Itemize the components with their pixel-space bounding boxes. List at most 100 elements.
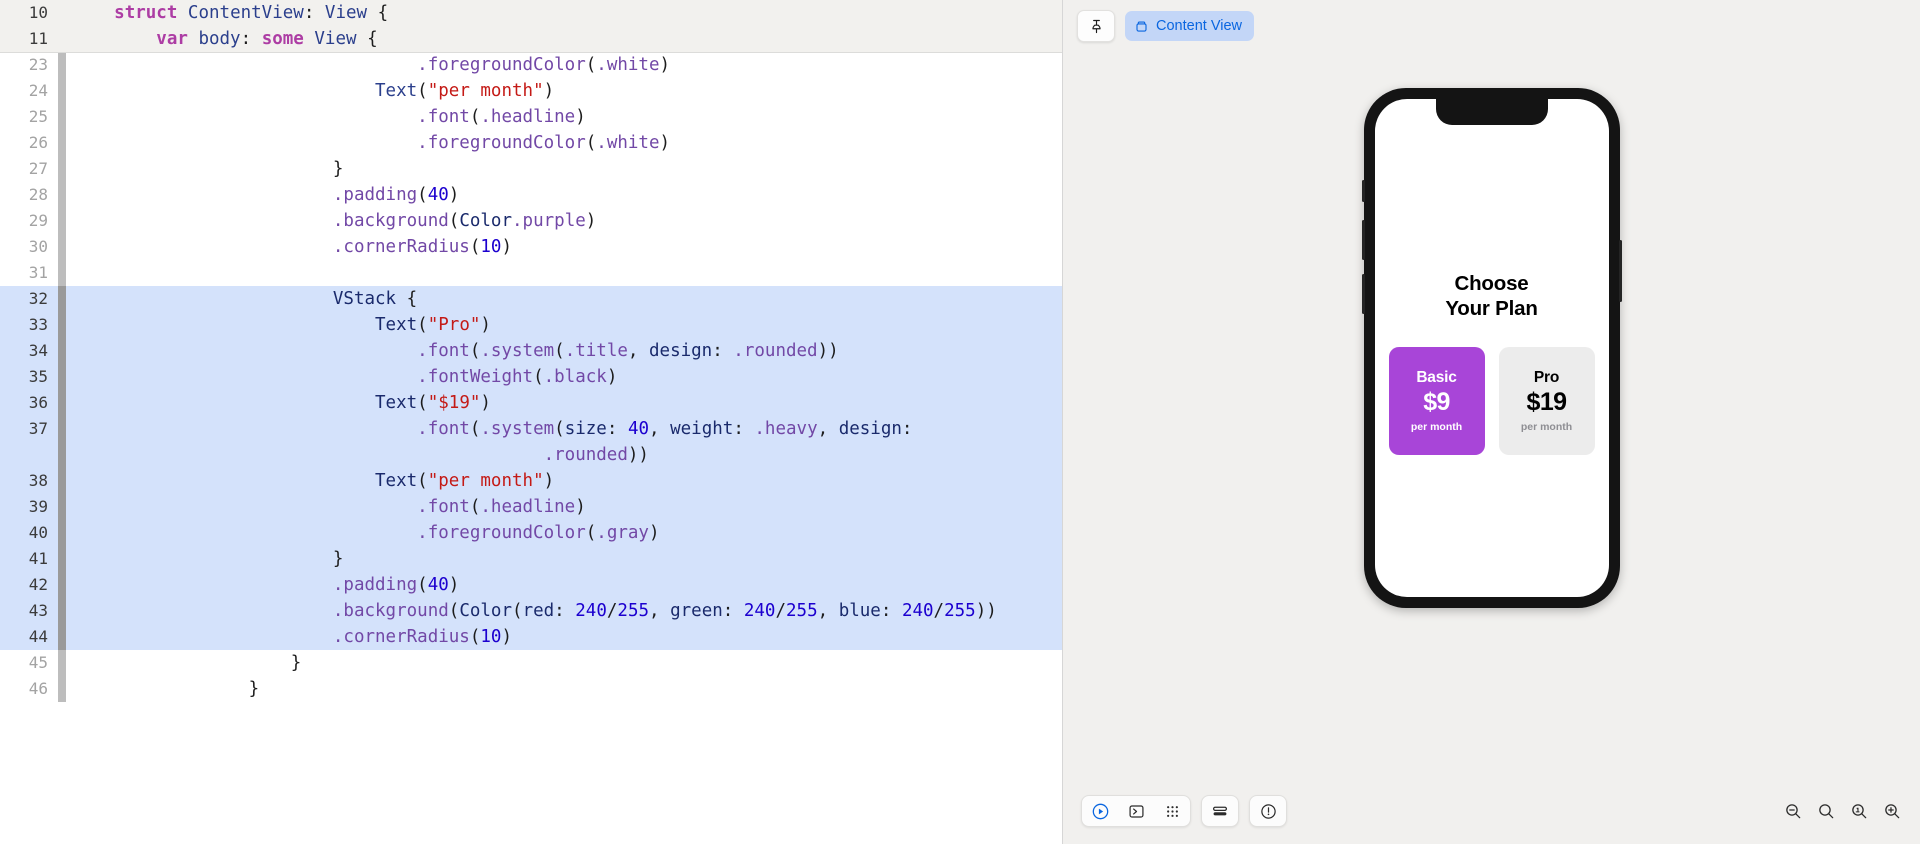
- preview-canvas[interactable]: Choose Your Plan Basic $9 per month Pro …: [1063, 52, 1920, 778]
- device-settings-button[interactable]: [1202, 796, 1238, 826]
- code-token: "per month": [427, 81, 544, 101]
- code-token: .system: [480, 341, 555, 361]
- gutter-scope-bar: [58, 494, 66, 520]
- line-number: 41: [28, 549, 48, 568]
- line-number: 44: [28, 627, 48, 646]
- code-line[interactable]: 41 }: [0, 546, 1062, 572]
- code-line[interactable]: 44 .cornerRadius(10): [0, 624, 1062, 650]
- code-line[interactable]: 24 Text("per month"): [0, 78, 1062, 104]
- iphone-device-frame[interactable]: Choose Your Plan Basic $9 per month Pro …: [1361, 88, 1622, 608]
- code-line[interactable]: 36 Text("$19"): [0, 390, 1062, 416]
- line-number: 40: [28, 523, 48, 542]
- play-icon: [1092, 803, 1108, 819]
- mute-switch: [1361, 180, 1365, 202]
- play-button[interactable]: [1082, 796, 1118, 826]
- preview-scheme-group: [1249, 795, 1287, 827]
- code-line[interactable]: 30 .cornerRadius(10): [0, 234, 1062, 260]
- code-line[interactable]: 37 .font(.system(size: 40, weight: .heav…: [0, 416, 1062, 442]
- code-line[interactable]: 40 .foregroundColor(.gray): [0, 520, 1062, 546]
- code-line[interactable]: 34 .font(.system(.title, design: .rounde…: [0, 338, 1062, 364]
- code-line[interactable]: 33 Text("Pro"): [0, 312, 1062, 338]
- line-number: 33: [28, 315, 48, 334]
- code-line[interactable]: 31: [0, 260, 1062, 286]
- variants-button[interactable]: [1154, 796, 1190, 826]
- preview-bottom-toolbar: [1063, 778, 1920, 844]
- code-token: .font: [417, 341, 470, 361]
- code-token: }: [332, 159, 344, 179]
- content-view-chip[interactable]: Content View: [1125, 11, 1254, 41]
- plan-heading-line1: Choose: [1454, 272, 1529, 295]
- code-token: ): [448, 575, 460, 595]
- zoom-plus-icon: [1885, 803, 1900, 818]
- code-token: Text: [375, 81, 418, 101]
- code-line[interactable]: 27 }: [0, 156, 1062, 182]
- code-line[interactable]: 43 .background(Color(red: 240/255, green…: [0, 598, 1062, 624]
- device-notch: [1435, 99, 1548, 125]
- plan-card-pro[interactable]: Pro $19 per month: [1498, 347, 1595, 455]
- code-text: .foregroundColor(.white): [66, 130, 1062, 156]
- code-token: :: [733, 419, 755, 439]
- code-line[interactable]: 28 .padding(40): [0, 182, 1062, 208]
- code-token: .white: [596, 133, 660, 153]
- line-number: 30: [28, 237, 48, 256]
- code-line[interactable]: 38 Text("per month"): [0, 468, 1062, 494]
- code-line[interactable]: 32 VStack {: [0, 286, 1062, 312]
- code-token: 40: [427, 185, 449, 205]
- code-token: /: [775, 601, 787, 621]
- code-text: }: [66, 546, 1062, 572]
- code-token: 255: [786, 601, 818, 621]
- code-line[interactable]: .rounded)): [0, 442, 1062, 468]
- plan-card-basic[interactable]: Basic $9 per month: [1388, 347, 1485, 455]
- code-text: .background(Color(red: 240/255, green: 2…: [66, 598, 1062, 624]
- preview-scheme-button[interactable]: [1250, 796, 1286, 826]
- source-editor[interactable]: 10 struct ContentView: View {11 var body…: [0, 0, 1063, 844]
- device-settings-group: [1201, 795, 1239, 827]
- code-line[interactable]: 39 .font(.headline): [0, 494, 1062, 520]
- code-token: (: [469, 497, 481, 517]
- code-token: ,: [649, 419, 671, 439]
- code-token: :: [303, 3, 325, 23]
- code-token: {: [367, 3, 389, 23]
- gutter-scope-bar: [58, 364, 66, 390]
- code-line[interactable]: 23 .foregroundColor(.white): [0, 52, 1062, 78]
- code-token: .headline: [480, 497, 576, 517]
- code-line[interactable]: 42 .padding(40): [0, 572, 1062, 598]
- code-line[interactable]: 11 var body: some View {: [0, 26, 1062, 52]
- code-text: .padding(40): [66, 572, 1062, 598]
- zoom-actual-button[interactable]: [1850, 802, 1869, 821]
- code-line[interactable]: 26 .foregroundColor(.white): [0, 130, 1062, 156]
- code-token: 240: [743, 601, 776, 621]
- code-text: .foregroundColor(.white): [66, 52, 1062, 78]
- volume-down-button: [1361, 274, 1365, 314]
- code-line[interactable]: 45 }: [0, 650, 1062, 676]
- zoom-fit-button[interactable]: [1817, 802, 1836, 821]
- zoom-in-button[interactable]: [1883, 802, 1902, 821]
- zoom-out-button[interactable]: [1784, 802, 1803, 821]
- line-number: 35: [28, 367, 48, 386]
- zoom-controls: [1784, 802, 1902, 821]
- code-text: }: [66, 650, 1062, 676]
- code-token: (: [448, 211, 460, 231]
- code-token: (: [585, 55, 597, 75]
- code-line[interactable]: 25 .font(.headline): [0, 104, 1062, 130]
- line-number: 36: [28, 393, 48, 412]
- plan-card-price: $9: [1423, 388, 1450, 416]
- plan-card-period: per month: [1410, 421, 1463, 433]
- plan-card-period: per month: [1520, 421, 1573, 433]
- gutter-scope-bar: [58, 520, 66, 546]
- code-token: (: [448, 601, 460, 621]
- code-token: 255: [944, 601, 976, 621]
- gutter-scope-bar: [58, 572, 66, 598]
- code-line[interactable]: 46 }: [0, 676, 1062, 702]
- code-line[interactable]: 10 struct ContentView: View {: [0, 0, 1062, 26]
- code-text: .padding(40): [66, 182, 1062, 208]
- code-token: size: [564, 419, 607, 439]
- code-line[interactable]: 35 .fontWeight(.black): [0, 364, 1062, 390]
- code-scroll-area[interactable]: 23 .foregroundColor(.white) 24 Text("per …: [0, 0, 1062, 844]
- inspect-button[interactable]: [1118, 796, 1154, 826]
- code-token: (: [417, 185, 428, 205]
- pin-preview-button[interactable]: [1077, 10, 1115, 42]
- gutter-scope-bar: [58, 546, 66, 572]
- code-line[interactable]: 29 .background(Color.purple): [0, 208, 1062, 234]
